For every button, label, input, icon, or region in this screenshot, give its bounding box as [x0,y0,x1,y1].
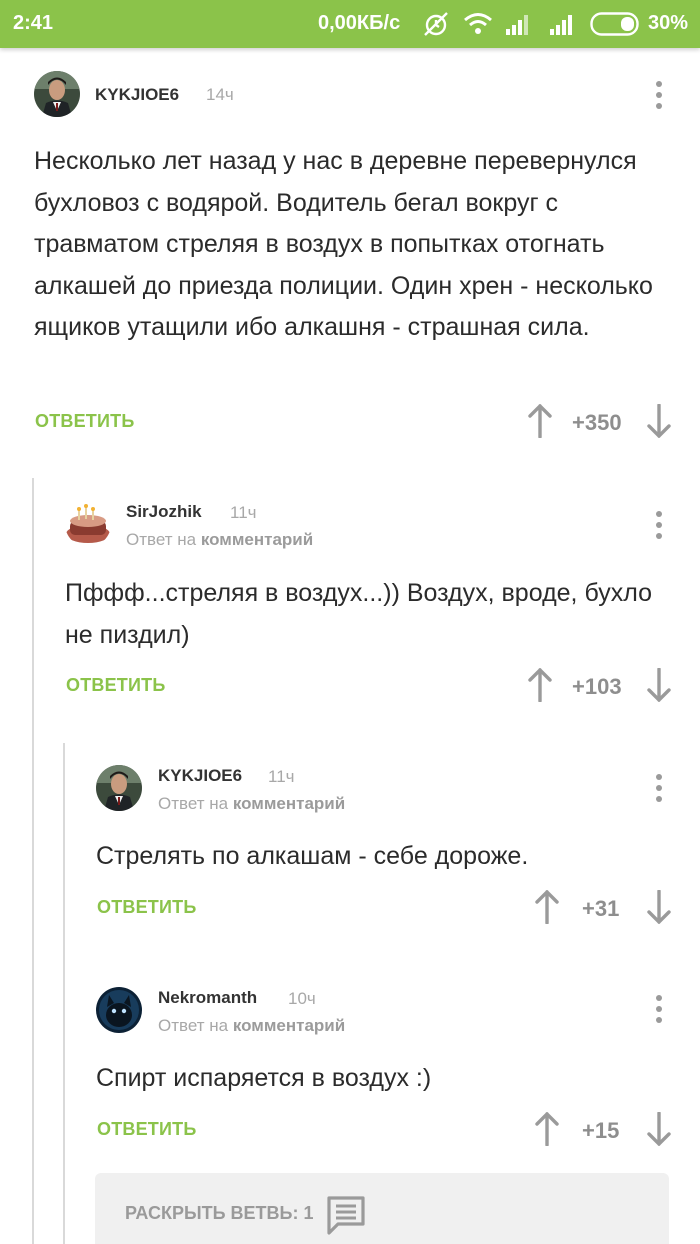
comment-score: +103 [572,674,622,699]
more-menu-icon[interactable] [649,77,669,113]
reply-to-link[interactable]: комментарий [201,530,313,549]
more-menu-icon[interactable] [649,507,669,543]
avatar[interactable] [96,765,142,811]
upvote-arrow-icon[interactable] [534,889,560,925]
reply-button[interactable]: ОТВЕТИТЬ [35,411,134,432]
reply-button[interactable]: ОТВЕТИТЬ [97,897,196,918]
battery-level: 30% [648,12,689,34]
downvote-arrow-icon[interactable] [646,889,672,925]
comment-time: 10ч [288,989,316,1008]
comment-text: Спирт испаряется в воздух :) [96,1064,432,1092]
wifi-icon [463,11,493,43]
comments-icon [326,1195,366,1240]
reply-to-link[interactable]: комментарий [233,1016,345,1035]
signal-icon [549,11,577,43]
status-bar: 2:41 0,00КБ/с 30% [0,0,700,48]
comment-author[interactable]: KYKJIOE6 [95,85,179,105]
expand-branch-button[interactable]: РАСКРЫТЬ ВЕТВЬ: 1 [95,1173,669,1244]
comment-text: Стрелять по алкашам - себе дороже. [96,842,529,870]
comment-text: Пффф...стреляя в воздух...)) Воздух, вро… [65,579,652,649]
comment-text: Несколько лет назад у нас в деревне пере… [34,147,653,341]
upvote-arrow-icon[interactable] [527,403,553,439]
reply-to-link[interactable]: комментарий [233,794,345,813]
more-menu-icon[interactable] [649,991,669,1027]
signal-icon [505,11,533,43]
comment-time: 14ч [206,85,234,104]
downvote-arrow-icon[interactable] [646,667,672,703]
comment-author[interactable]: SirJozhik [126,502,202,522]
reply-to: Ответ на комментарий [126,530,313,550]
reply-button[interactable]: ОТВЕТИТЬ [97,1119,196,1140]
downvote-arrow-icon[interactable] [646,1111,672,1147]
comment-score: +350 [572,410,622,435]
more-menu-icon[interactable] [649,770,669,806]
comment-author[interactable]: Nekromanth [158,988,257,1008]
downvote-arrow-icon[interactable] [646,403,672,439]
reply-to: Ответ на комментарий [158,1016,345,1036]
comment-author[interactable]: KYKJIOE6 [158,766,242,786]
comment-score: +31 [582,896,620,921]
comment-time: 11ч [230,503,257,522]
upvote-arrow-icon[interactable] [527,667,553,703]
battery-icon [590,12,642,42]
thread-line [63,743,65,1244]
reply-button[interactable]: ОТВЕТИТЬ [66,675,165,696]
expand-branch-label: РАСКРЫТЬ ВЕТВЬ: 1 [125,1203,314,1223]
comment-time: 11ч [268,767,295,786]
clock: 2:41 [13,12,54,34]
avatar[interactable] [65,501,111,547]
reply-to-prefix: Ответ на [126,530,197,549]
avatar[interactable] [96,987,142,1033]
alarm-off-icon [422,11,450,43]
comment-score: +15 [582,1118,620,1143]
reply-to-prefix: Ответ на [158,794,229,813]
avatar[interactable] [34,71,80,117]
upvote-arrow-icon[interactable] [534,1111,560,1147]
thread-line [32,478,34,1244]
reply-to: Ответ на комментарий [158,794,345,814]
reply-to-prefix: Ответ на [158,1016,229,1035]
network-speed: 0,00КБ/с [318,12,401,34]
